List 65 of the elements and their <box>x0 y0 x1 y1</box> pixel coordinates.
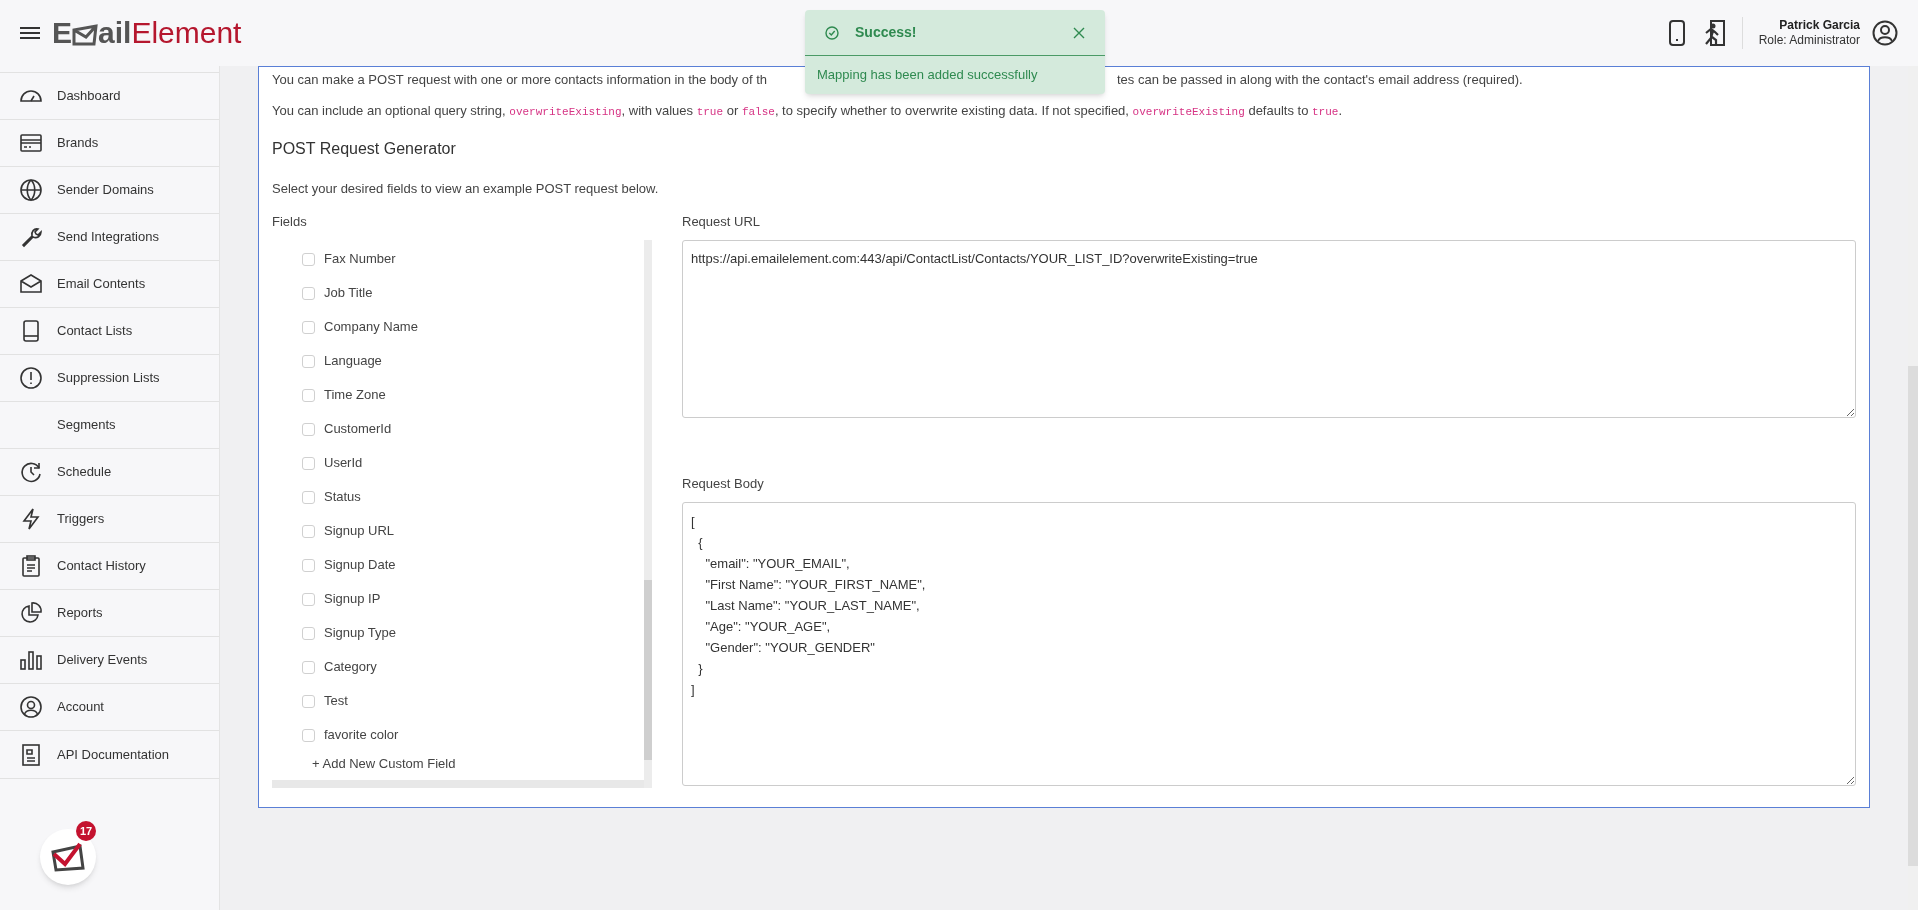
request-body-label: Request Body <box>682 475 765 493</box>
checkbox[interactable] <box>302 422 315 436</box>
checkbox[interactable] <box>302 660 315 674</box>
clock-arrow-icon <box>19 460 43 484</box>
field-label: Test <box>324 692 348 711</box>
user-name: Patrick Garcia <box>1779 18 1860 33</box>
field-label: Category <box>324 658 377 677</box>
field-label: CustomerId <box>324 420 392 439</box>
intro-text: tes can be passed in along with the contact's email address (required). <box>1117 71 1523 90</box>
bar-chart-icon <box>19 648 43 672</box>
request-url-field[interactable]: https://api.emailelement.com:443/api/ContactList/Contacts/YOUR_LIST_ID?overwriteExisting=true <box>682 240 1856 418</box>
wrench-icon <box>19 225 43 249</box>
checkbox[interactable] <box>302 592 315 606</box>
envelope-logo-icon <box>72 24 98 46</box>
user-circle-icon <box>19 695 43 719</box>
hint-text: Select your desired fields to view an example POST request below. <box>272 179 660 198</box>
field-label: Time Zone <box>324 386 386 405</box>
field-label: Signup Type <box>324 624 397 643</box>
fields-label: Fields <box>272 213 308 231</box>
app-logo-icon[interactable] <box>40 829 96 885</box>
exclamation-circle-icon <box>19 366 43 390</box>
field-label: Fax Number <box>324 250 396 269</box>
field-label: Company Name <box>324 318 418 337</box>
toast-title: Success! <box>855 23 917 42</box>
clipboard-icon <box>19 554 43 578</box>
phone-icon[interactable] <box>1667 20 1686 46</box>
checkbox[interactable] <box>302 252 315 266</box>
checkbox[interactable] <box>302 694 315 708</box>
field-label: favorite color <box>324 726 399 745</box>
checkbox[interactable] <box>302 728 315 742</box>
toast-message: Mapping has been added successfully <box>817 66 1038 85</box>
document-icon <box>19 742 43 767</box>
checkbox[interactable] <box>302 524 315 538</box>
close-icon[interactable] <box>1073 26 1085 39</box>
intro-text: You can make a POST request with one or more contacts information in the body of th <box>272 71 767 90</box>
envelope-icon <box>19 272 43 296</box>
field-label: Status <box>324 488 361 507</box>
field-label: Job Title <box>324 284 373 303</box>
field-label: Signup Date <box>324 556 396 575</box>
pie-chart-icon <box>19 601 43 625</box>
field-label: Signup URL <box>324 522 395 541</box>
checkbox[interactable] <box>302 354 315 368</box>
request-url-label: Request URL <box>682 213 762 231</box>
globe-icon <box>19 178 43 202</box>
card-icon <box>19 131 43 155</box>
checkbox[interactable] <box>302 558 315 572</box>
notification-badge: 17 <box>76 821 96 841</box>
add-custom-field-link[interactable]: + Add New Custom Field <box>312 754 456 774</box>
checkbox[interactable] <box>302 490 315 504</box>
field-label: Signup IP <box>324 590 381 609</box>
request-body-field[interactable]: [ { "email": "YOUR_EMAIL", "First Name": "YOUR_FIRST_NAME", "Last Name": "YOUR_LAST_NAME", "Age": "YOUR_AGE", "Gender": "YOUR_GENDER" } ] <box>682 502 1856 786</box>
field-label: Language <box>324 352 382 371</box>
query-string-text: You can include an optional query string, overwriteExisting, with values true or false, to specify whether to overwrite existing data. If not specified, overwriteExisting defaults to true. <box>272 102 1344 120</box>
vertical-scrollbar[interactable] <box>644 240 652 788</box>
field-label: UserId <box>324 454 363 473</box>
logo: E ailElement <box>52 18 242 48</box>
user-role: Role: Administrator <box>1758 33 1860 48</box>
checkbox[interactable] <box>302 388 315 402</box>
checkbox[interactable] <box>302 320 315 334</box>
section-title: POST Request Generator <box>272 138 457 159</box>
user-avatar-icon[interactable] <box>1872 20 1898 46</box>
checkbox[interactable] <box>302 286 315 300</box>
checkbox[interactable] <box>302 626 315 640</box>
checkbox[interactable] <box>302 456 315 470</box>
check-circle-icon <box>825 25 839 40</box>
